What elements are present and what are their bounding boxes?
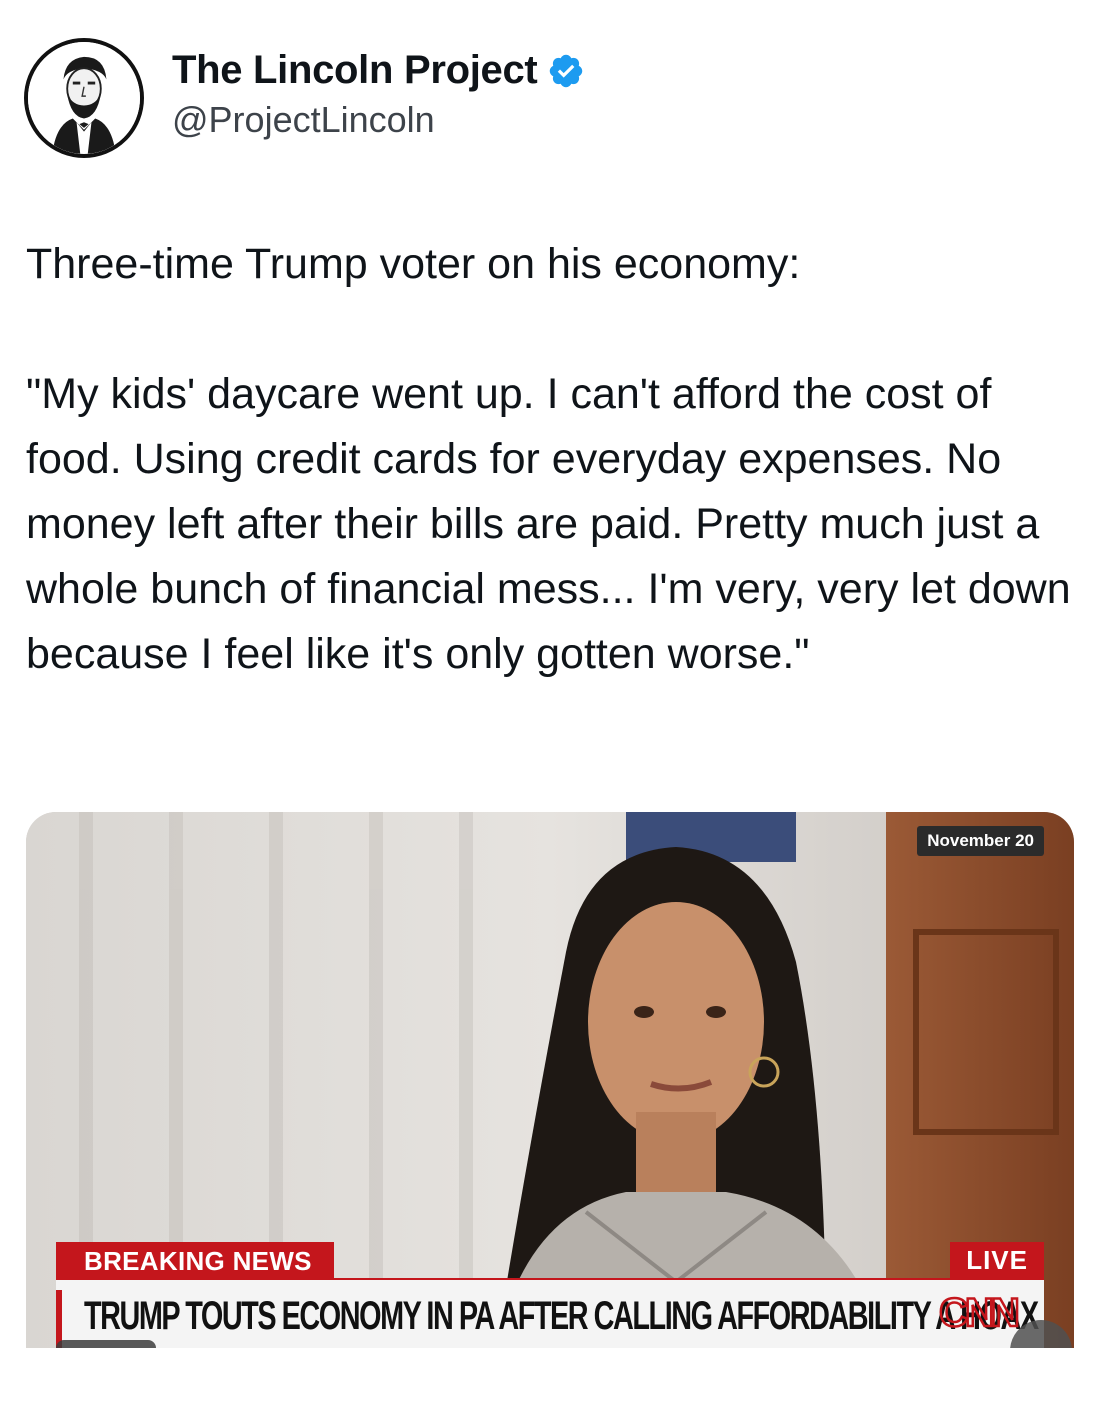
- avatar[interactable]: [24, 38, 144, 158]
- lincoln-portrait-icon: [28, 42, 140, 154]
- cnn-logo-icon: CNN: [938, 1290, 1022, 1337]
- author-info: The Lincoln Project @ProjectLincoln: [172, 48, 585, 141]
- video-timer: [56, 1340, 156, 1348]
- news-chyron: TRUMP TOUTS ECONOMY IN PA AFTER CALLING …: [56, 1278, 1044, 1348]
- video-player[interactable]: November 20 BREAKING NEWS LIVE TRUMP TOU…: [26, 812, 1074, 1348]
- handle[interactable]: @ProjectLincoln: [172, 99, 585, 141]
- tweet-header: The Lincoln Project @ProjectLincoln: [24, 38, 1074, 158]
- svg-text:CNN: CNN: [939, 1291, 1018, 1335]
- date-tag: November 20: [917, 826, 1044, 856]
- tweet-text: Three-time Trump voter on his economy: "…: [26, 232, 1076, 687]
- display-name[interactable]: The Lincoln Project: [172, 48, 538, 93]
- tweet-quote: "My kids' daycare went up. I can't affor…: [26, 370, 1071, 678]
- breaking-news-label: BREAKING NEWS: [56, 1242, 334, 1278]
- live-label: LIVE: [950, 1242, 1044, 1278]
- tweet-intro: Three-time Trump voter on his economy:: [26, 240, 801, 288]
- tweet-card: The Lincoln Project @ProjectLincoln Thre…: [0, 0, 1100, 1427]
- verified-badge-icon: [547, 52, 585, 90]
- chyron-text: TRUMP TOUTS ECONOMY IN PA AFTER CALLING …: [84, 1294, 1039, 1338]
